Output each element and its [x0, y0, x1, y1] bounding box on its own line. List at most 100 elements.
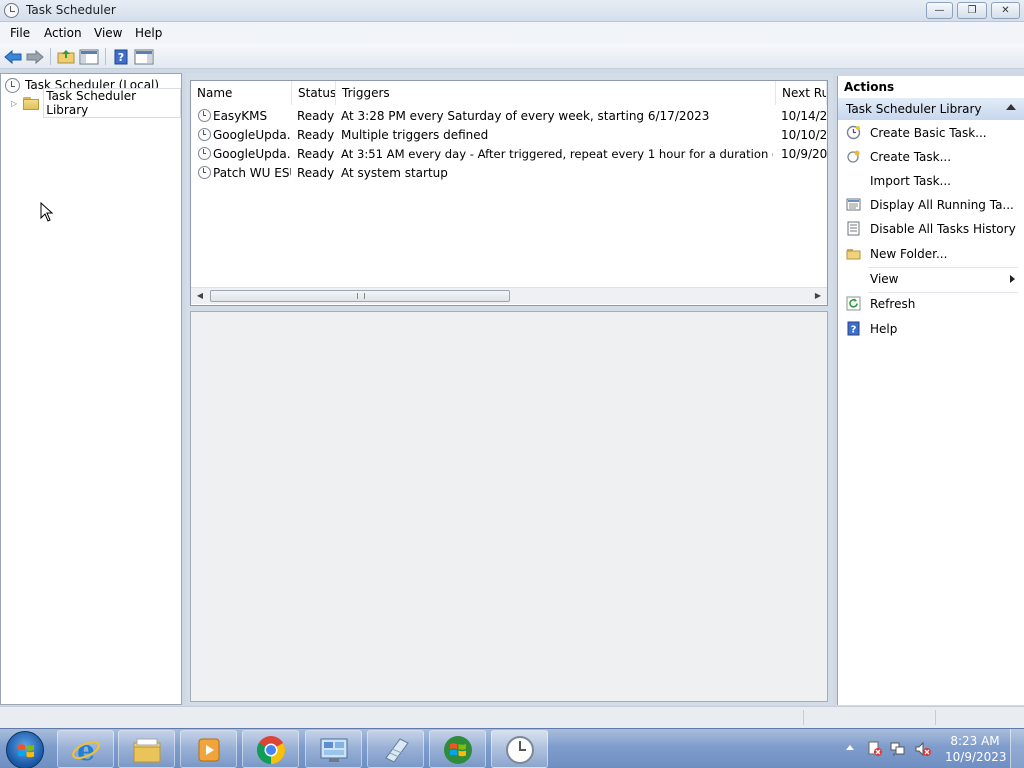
windows-orb-app-icon[interactable]: [429, 730, 486, 768]
action-label: View: [870, 272, 899, 286]
status-bar: [0, 706, 1024, 728]
history-icon: [847, 221, 860, 236]
mouse-cursor-icon: [40, 202, 54, 222]
task-details-pane: [190, 311, 828, 702]
title-bar: Task Scheduler — ❐ ✕: [0, 0, 1024, 22]
show-hide-action-pane-icon[interactable]: [134, 47, 154, 66]
actions-title: Actions: [844, 80, 895, 94]
create-task-icon: [847, 150, 860, 163]
task-triggers: At 3:51 AM every day - After triggered, …: [341, 147, 773, 161]
action-import-task[interactable]: Import Task...: [838, 170, 1024, 192]
horizontal-scrollbar[interactable]: ◀ ▶: [191, 287, 827, 304]
actions-group-header[interactable]: Task Scheduler Library: [838, 98, 1024, 120]
menu-view[interactable]: View: [94, 26, 122, 40]
menu-help[interactable]: Help: [135, 26, 162, 40]
action-new-folder[interactable]: New Folder...: [838, 243, 1024, 265]
actions-pane: Actions Task Scheduler Library Create Ba…: [837, 76, 1024, 705]
volume-muted-icon[interactable]: [915, 741, 931, 757]
action-help[interactable]: ? Help: [838, 318, 1024, 340]
control-panel-icon[interactable]: [305, 730, 362, 768]
action-label: Help: [870, 322, 898, 336]
close-button[interactable]: ✕: [991, 2, 1020, 19]
task-triggers: At 3:28 PM every Saturday of every week,…: [341, 109, 710, 123]
action-view[interactable]: View: [838, 268, 1024, 290]
task-next-run: 10/14/20: [781, 109, 827, 123]
task-status: Ready: [297, 166, 335, 180]
action-disable-all-tasks-history[interactable]: Disable All Tasks History: [838, 218, 1024, 240]
task-triggers: Multiple triggers defined: [341, 128, 489, 142]
action-center-icon[interactable]: [867, 741, 883, 757]
scrollbar-thumb[interactable]: [210, 290, 510, 302]
task-name: GoogleUpda...: [213, 147, 291, 161]
help-icon: ?: [847, 321, 860, 336]
column-header-status[interactable]: Status: [292, 81, 336, 105]
task-status: Ready: [297, 109, 335, 123]
action-create-task[interactable]: Create Task...: [838, 146, 1024, 168]
chrome-icon[interactable]: [242, 730, 299, 768]
taskbar: e 8:23 AM 10/9/2023: [0, 728, 1024, 768]
running-tasks-icon: [846, 198, 861, 211]
action-refresh[interactable]: Refresh: [838, 293, 1024, 315]
task-status: Ready: [297, 128, 335, 142]
forward-arrow-icon[interactable]: [25, 47, 45, 66]
table-row[interactable]: EasyKMS Ready At 3:28 PM every Saturday …: [191, 106, 827, 125]
scroll-right-arrow-icon[interactable]: ▶: [811, 290, 825, 302]
system-clock[interactable]: 8:23 AM 10/9/2023: [945, 733, 1007, 765]
table-row[interactable]: Patch WU ESU Ready At system startup: [191, 163, 827, 182]
action-display-all-running-tasks[interactable]: Display All Running Ta...: [838, 194, 1024, 216]
task-scheduler-app-icon: [4, 3, 19, 18]
menu-file[interactable]: File: [10, 26, 30, 40]
table-row[interactable]: GoogleUpda... Ready Multiple triggers de…: [191, 125, 827, 144]
svg-text:e: e: [77, 734, 95, 766]
window-title: Task Scheduler: [26, 3, 116, 17]
submenu-arrow-icon: [1010, 275, 1015, 283]
task-clock-icon: [198, 109, 211, 122]
show-hide-console-tree-icon[interactable]: [79, 47, 99, 66]
task-list: Name Status Triggers Next Run EasyKMS Re…: [190, 80, 828, 306]
table-row[interactable]: GoogleUpda... Ready At 3:51 AM every day…: [191, 144, 827, 163]
column-header-next-run[interactable]: Next Run: [776, 81, 827, 105]
action-label: New Folder...: [870, 247, 948, 261]
task-name: Patch WU ESU: [213, 166, 291, 180]
clock-date: 10/9/2023: [945, 750, 1007, 764]
task-scheduler-icon[interactable]: [491, 730, 548, 768]
maximize-button[interactable]: ❐: [957, 2, 987, 19]
minimize-button[interactable]: —: [926, 2, 953, 19]
clock-time: 8:23 AM: [950, 734, 1000, 748]
windows-logo-icon: [18, 744, 34, 758]
action-create-basic-task[interactable]: Create Basic Task...: [838, 122, 1024, 144]
start-button[interactable]: [6, 731, 44, 768]
menu-action[interactable]: Action: [44, 26, 82, 40]
menu-bar: File Action View Help: [0, 22, 1024, 44]
action-label: Create Basic Task...: [870, 126, 987, 140]
column-header-name[interactable]: Name: [191, 81, 292, 105]
task-name: GoogleUpda...: [213, 128, 291, 142]
action-label: Import Task...: [870, 174, 951, 188]
task-next-run: 10/9/202: [781, 147, 827, 161]
show-hidden-icons-arrow-icon[interactable]: [846, 745, 854, 750]
scroll-left-arrow-icon[interactable]: ◀: [193, 290, 207, 302]
tree-item-label: Task Scheduler Library: [43, 88, 181, 118]
toolbar: ?: [0, 44, 1024, 69]
task-clock-icon: [198, 128, 211, 141]
system-tray: 8:23 AM 10/9/2023: [838, 729, 1024, 768]
show-desktop-button[interactable]: [1010, 729, 1024, 768]
task-status: Ready: [297, 147, 335, 161]
notepad-icon[interactable]: [367, 730, 424, 768]
task-next-run: 10/10/20: [781, 128, 827, 142]
expand-arrow-icon[interactable]: ▷: [11, 99, 20, 108]
internet-explorer-icon[interactable]: e: [57, 730, 114, 768]
file-explorer-icon[interactable]: [118, 730, 175, 768]
column-header-triggers[interactable]: Triggers: [336, 81, 776, 105]
folder-icon: [846, 249, 861, 260]
back-arrow-icon[interactable]: [3, 47, 23, 66]
create-basic-task-icon: [846, 125, 861, 140]
media-player-icon[interactable]: [180, 730, 237, 768]
task-clock-icon: [198, 147, 211, 160]
collapse-arrow-icon[interactable]: [1006, 104, 1016, 110]
action-label: Create Task...: [870, 150, 952, 164]
network-icon[interactable]: [890, 741, 906, 757]
help-icon[interactable]: ?: [111, 47, 131, 66]
up-folder-icon[interactable]: [56, 47, 76, 66]
tree-item-task-scheduler-library[interactable]: ▷ Task Scheduler Library: [11, 88, 181, 118]
